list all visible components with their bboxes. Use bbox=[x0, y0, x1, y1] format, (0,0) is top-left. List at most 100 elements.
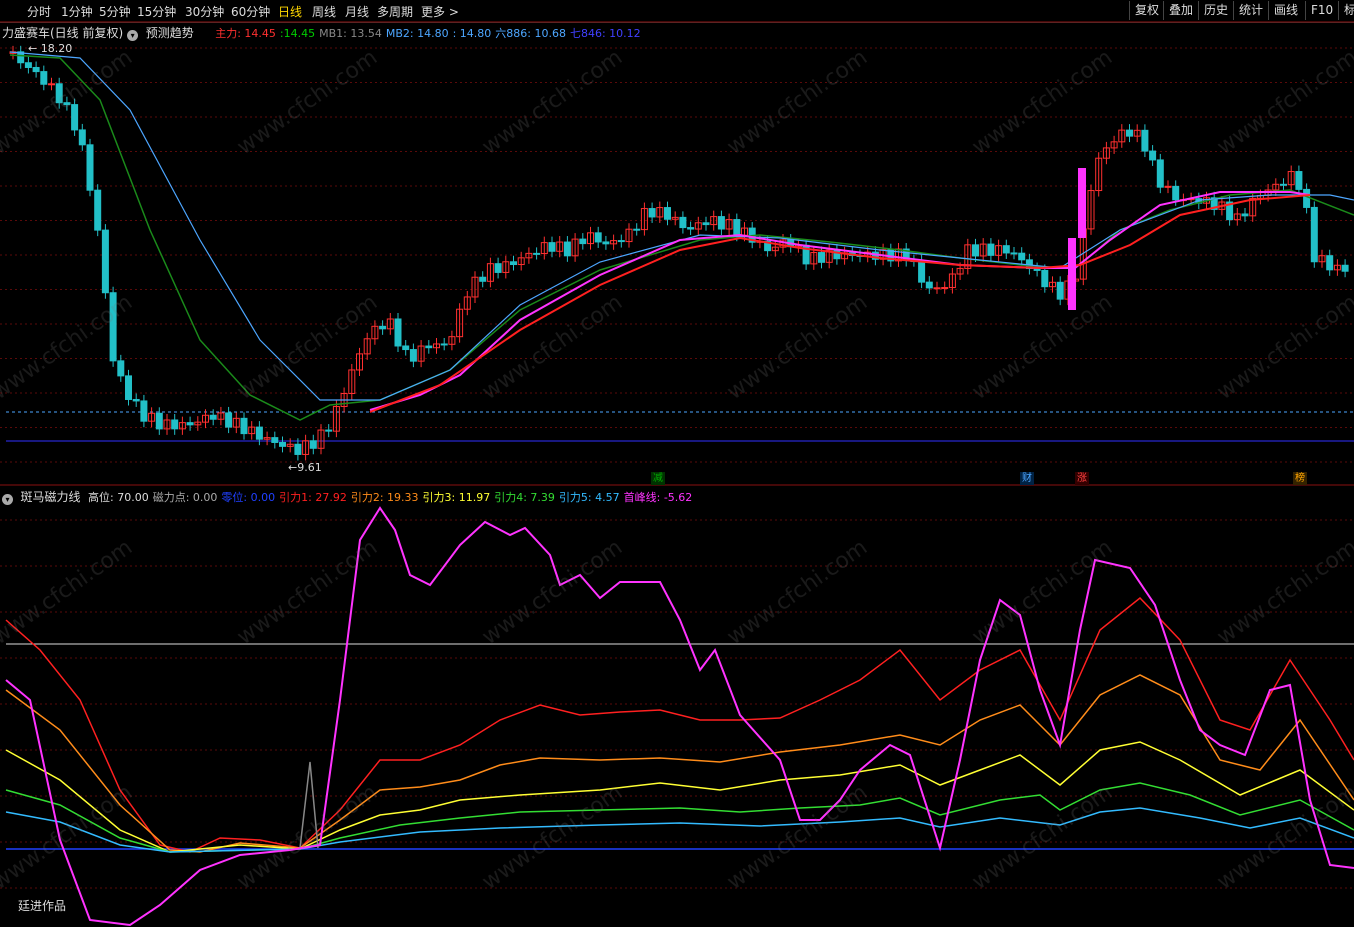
sub-legend-item: 引力4: 7.39 bbox=[494, 491, 555, 504]
main-legend-item: 七846: 10.12 bbox=[569, 27, 641, 40]
signal-badge: 财 bbox=[1020, 472, 1034, 485]
candle bbox=[1141, 129, 1149, 152]
candle bbox=[78, 129, 86, 146]
candle bbox=[679, 216, 687, 229]
ma-line-red bbox=[369, 194, 1311, 413]
candle bbox=[94, 189, 102, 231]
candle bbox=[563, 241, 571, 257]
candle bbox=[101, 229, 109, 294]
first-peak-line bbox=[5, 506, 1354, 927]
candle bbox=[1341, 264, 1349, 272]
sub-legend-item: 引力5: 4.57 bbox=[558, 491, 620, 504]
high-price-label: ← 18.20 bbox=[28, 42, 72, 55]
candle bbox=[24, 62, 32, 68]
main-legend-item: MB2: 14.80 bbox=[385, 27, 449, 40]
candle bbox=[171, 419, 179, 430]
signal-bar bbox=[1068, 238, 1076, 310]
candle bbox=[402, 345, 410, 351]
candle bbox=[379, 325, 387, 330]
candle bbox=[987, 243, 995, 256]
main-legend-item: 六886: 10.68 bbox=[495, 27, 566, 40]
candle bbox=[32, 66, 40, 73]
candle bbox=[109, 292, 117, 362]
candle bbox=[510, 261, 517, 266]
candle bbox=[1326, 255, 1334, 271]
candle bbox=[633, 228, 641, 231]
candle bbox=[86, 144, 94, 191]
candle bbox=[240, 417, 248, 435]
candle bbox=[1156, 159, 1164, 188]
price-chart[interactable]: ← 18.20 ←9.61 bbox=[0, 0, 1354, 927]
signal-badge: 涨 bbox=[1075, 472, 1089, 485]
candle bbox=[55, 83, 63, 104]
sub-legend-item: 磁力点: 0.00 bbox=[152, 491, 218, 504]
candle bbox=[440, 343, 448, 346]
candle bbox=[579, 238, 587, 245]
candle bbox=[918, 260, 926, 283]
candle bbox=[925, 281, 933, 289]
candle bbox=[140, 400, 148, 422]
candle bbox=[1164, 185, 1172, 188]
candle bbox=[933, 287, 941, 290]
candle bbox=[687, 227, 695, 230]
candle bbox=[294, 443, 302, 455]
candle bbox=[132, 398, 140, 402]
candle bbox=[1149, 150, 1157, 161]
candle bbox=[117, 360, 125, 377]
ma-line-magenta bbox=[369, 191, 1311, 411]
candle bbox=[271, 437, 279, 443]
candle bbox=[533, 252, 541, 255]
candle bbox=[186, 422, 194, 426]
sub-legend: ▾ 斑马磁力线 高位: 70.00 磁力点: 0.00 零位: 0.00 引力1: 2… bbox=[2, 488, 700, 505]
signal-badge: 榜 bbox=[1293, 472, 1307, 485]
main-legend: 力盛赛车(日线 前复权) ▾ 预测趋势 主力: 14.45:14.45 MB1: 1… bbox=[2, 24, 649, 41]
candle bbox=[648, 208, 656, 218]
candle bbox=[548, 242, 556, 252]
candle bbox=[155, 412, 163, 430]
candle bbox=[125, 375, 132, 400]
sub-legend-item: 引力2: 19.33 bbox=[350, 491, 419, 504]
sub-legend-item: 引力3: 11.97 bbox=[422, 491, 491, 504]
candle bbox=[1295, 171, 1303, 190]
candle bbox=[71, 104, 79, 131]
candle bbox=[602, 241, 610, 245]
sub-legend-item: 首峰线: -5.62 bbox=[623, 491, 693, 504]
candle bbox=[1018, 252, 1026, 261]
candle bbox=[1056, 281, 1064, 300]
candle bbox=[225, 412, 233, 428]
stock-name: 力盛赛车(日线 前复权) bbox=[2, 26, 124, 40]
candle bbox=[255, 426, 263, 440]
candle bbox=[394, 318, 402, 347]
gravity-5 bbox=[5, 807, 1354, 853]
candle bbox=[1010, 252, 1018, 255]
candle bbox=[717, 216, 725, 230]
candle bbox=[425, 345, 433, 349]
candle bbox=[1310, 206, 1318, 263]
candle bbox=[325, 429, 333, 432]
chevron-down-icon[interactable]: ▾ bbox=[127, 30, 139, 41]
candle bbox=[40, 71, 48, 85]
candle bbox=[1126, 129, 1133, 137]
candle bbox=[1241, 213, 1249, 217]
candle bbox=[494, 263, 502, 273]
main-legend-item: :14.45 bbox=[279, 27, 316, 40]
gravity-1 bbox=[5, 596, 1354, 853]
candle bbox=[48, 83, 55, 86]
sub-legend-item: 零位: 0.00 bbox=[221, 491, 276, 504]
candle bbox=[972, 244, 979, 257]
candle bbox=[1280, 183, 1287, 186]
candle bbox=[409, 349, 417, 362]
author-label: 廷进作品 bbox=[18, 899, 67, 913]
candle bbox=[1041, 269, 1049, 288]
candle bbox=[63, 102, 71, 106]
signal-bar bbox=[1078, 168, 1086, 238]
candle bbox=[1172, 185, 1180, 201]
gravity-3 bbox=[5, 741, 1354, 853]
candle bbox=[617, 240, 625, 243]
candle bbox=[1303, 188, 1311, 208]
candle bbox=[733, 219, 741, 236]
candle bbox=[664, 207, 671, 220]
predict-trend-label[interactable]: 预测趋势 bbox=[146, 26, 194, 40]
main-legend-item: 主力: 14.45 bbox=[215, 27, 276, 40]
chevron-down-icon[interactable]: ▾ bbox=[2, 494, 13, 505]
